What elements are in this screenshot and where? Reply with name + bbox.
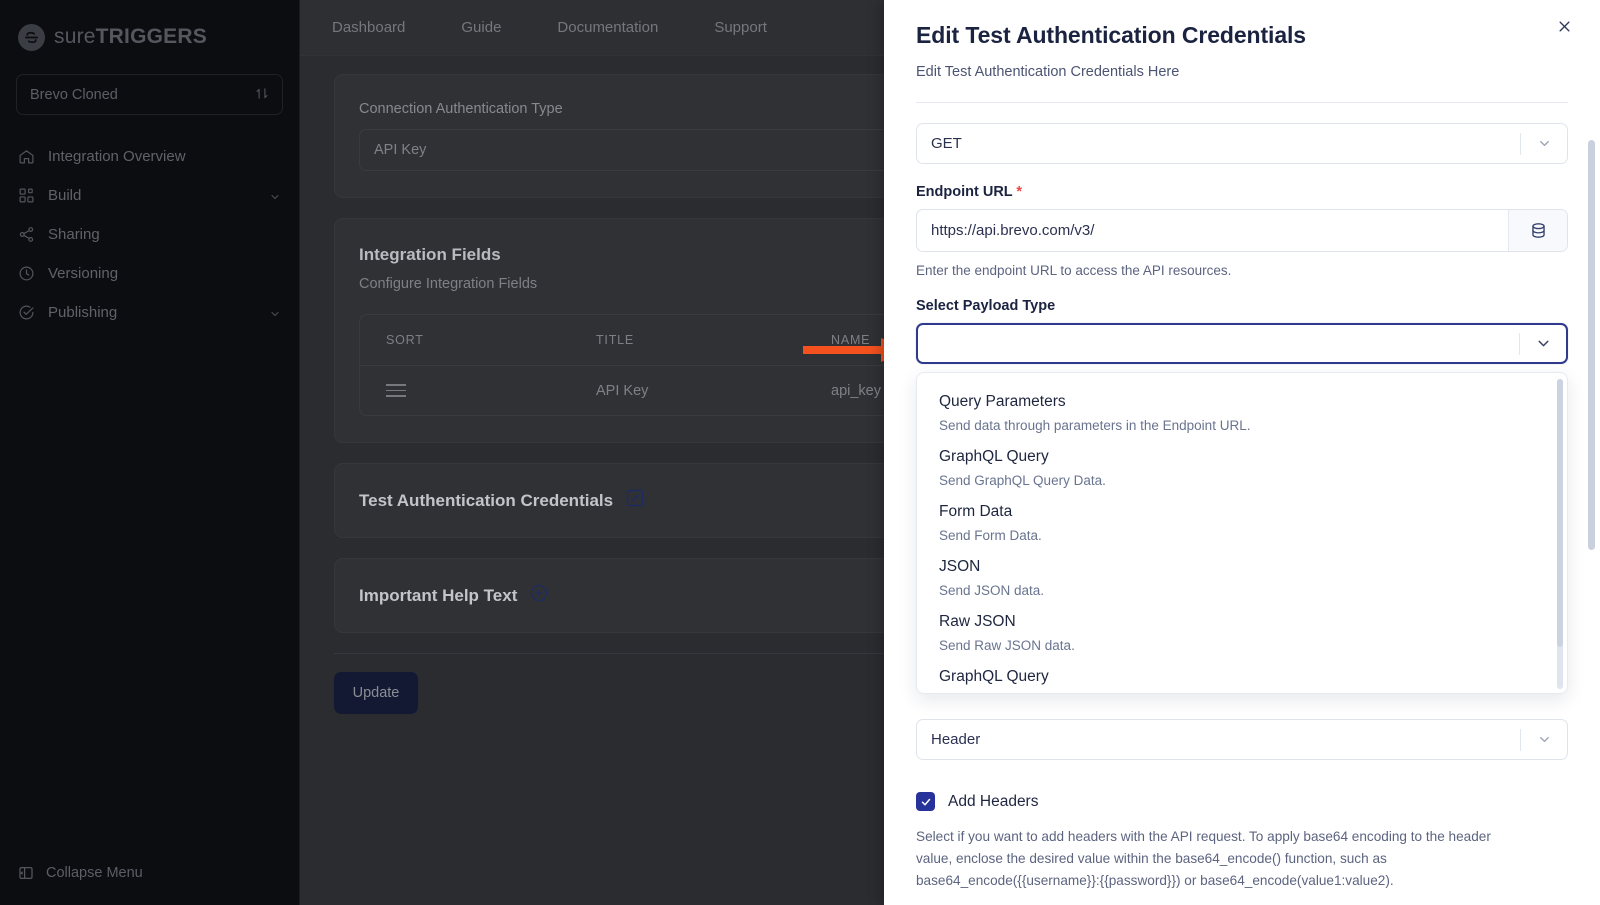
header-select-value: Header [931,731,981,748]
chevron-down-icon [1521,732,1567,747]
option-desc: Send Form Data. [939,528,1042,543]
edit-pencil-icon[interactable] [625,488,645,513]
help-text-title: Important Help Text [359,585,518,605]
option-title: Query Parameters [939,393,1066,410]
sidebar-item-label: Integration Overview [48,148,186,165]
sidebar-nav: Integration Overview Build Sharing Versi… [0,137,299,332]
app-root: Dashboard Guide Documentation Support Co… [0,0,1600,905]
test-auth-title: Test Authentication Credentials [359,490,614,510]
endpoint-url-field: Endpoint URL * Enter the endpoint URL to… [916,184,1568,278]
option-desc: Send JSON data. [939,583,1045,598]
brand-text-part1: sure [54,25,96,48]
add-headers-row[interactable]: Add Headers [916,792,1568,811]
nav-documentation[interactable]: Documentation [557,19,658,36]
col-sort: SORT [386,333,424,347]
payload-type-dropdown: Query Parameters Send data through param… [916,372,1568,694]
dropdown-option-form-data[interactable]: Form Data Send Form Data. [917,497,1567,543]
panel-header: Edit Test Authentication Credentials Edi… [884,0,1600,103]
payload-type-label: Select Payload Type [916,298,1056,314]
chevron-down-icon [269,307,281,319]
dropdown-option-graphql-query[interactable]: GraphQL Query Send GraphQL Query Data. [917,442,1567,488]
brand-text-part2: TRIGGERS [95,25,207,48]
project-selector[interactable]: Brevo Cloned [16,74,283,115]
connection-auth-value: API Key [374,142,427,158]
col-title: TITLE [596,333,635,347]
dropdown-option-raw-json[interactable]: Raw JSON Send Raw JSON data. [917,607,1567,653]
sidebar-item-label: Versioning [48,265,119,282]
clock-icon [18,265,35,282]
dropdown-option-json[interactable]: JSON Send JSON data. [917,552,1567,598]
option-title: JSON [939,558,981,575]
option-title: Raw JSON [939,613,1016,630]
sort-updown-icon [255,86,269,104]
http-method-select[interactable]: GET [916,123,1568,164]
endpoint-url-input-group [916,209,1568,252]
sidebar-item-label: Build [48,187,82,204]
row-title: API Key [596,382,649,399]
project-selector-label: Brevo Cloned [30,86,118,103]
home-icon [18,148,35,165]
sidebar: sureTRIGGERS Brevo Cloned Integration Ov… [0,0,300,905]
sidebar-item-integration-overview[interactable]: Integration Overview [0,137,299,176]
http-method-value: GET [931,135,962,152]
suretriggers-logo-icon [18,23,45,51]
panel-body: GET Endpoint URL * https://api.brevo.com… [884,103,1600,905]
endpoint-url-input[interactable] [917,210,1508,251]
close-icon[interactable] [1552,14,1576,38]
nav-support[interactable]: Support [714,19,767,36]
option-desc: Send GraphQL Query Data. [939,473,1106,488]
option-title: Form Data [939,503,1013,520]
add-headers-label: Add Headers [948,792,1039,810]
sidebar-item-versioning[interactable]: Versioning [0,254,299,293]
nav-dashboard[interactable]: Dashboard [332,19,405,36]
option-title: GraphQL Query [939,448,1049,465]
nav-guide[interactable]: Guide [461,19,501,36]
panel-title: Edit Test Authentication Credentials [916,22,1306,48]
header-select[interactable]: Header [916,719,1568,760]
chevron-down-icon [269,190,281,202]
blocks-icon [18,187,35,204]
option-title: GraphQL Query [939,668,1049,685]
sidebar-item-build[interactable]: Build [0,176,299,215]
chevron-down-icon [1520,335,1566,352]
share-icon [18,226,35,243]
plus-circle-icon[interactable] [529,583,549,608]
panel-collapse-icon [18,865,34,881]
dropdown-option-graphql-query-2[interactable]: GraphQL Query [917,662,1567,686]
chevron-down-icon [1521,136,1567,151]
payload-type-select[interactable] [916,323,1568,364]
sidebar-item-publishing[interactable]: Publishing [0,293,299,332]
endpoint-url-label: Endpoint URL * [916,184,1568,200]
collapse-menu-label: Collapse Menu [46,865,143,881]
payload-type-field: Select Payload Type Query Parameters Sen… [916,298,1568,694]
endpoint-url-helper: Enter the endpoint URL to access the API… [916,263,1232,278]
panel-scrollbar-thumb[interactable] [1588,140,1595,550]
add-headers-help: Select if you want to add headers with t… [916,829,1491,889]
sidebar-item-sharing[interactable]: Sharing [0,215,299,254]
panel-subtitle: Edit Test Authentication Credentials Her… [916,64,1180,80]
brand-text: sureTRIGGERS [54,25,207,49]
sidebar-item-label: Publishing [48,304,118,321]
endpoint-url-label-text: Endpoint URL [916,184,1013,200]
collapse-menu-button[interactable]: Collapse Menu [0,865,161,881]
dropdown-option-query-parameters[interactable]: Query Parameters Send data through param… [917,387,1567,433]
option-desc: Send Raw JSON data. [939,638,1075,653]
required-marker: * [1016,184,1023,200]
check-circle-icon [18,304,35,321]
brand: sureTRIGGERS [0,0,299,56]
database-icon[interactable] [1508,210,1567,251]
dropdown-scrollbar-thumb[interactable] [1557,379,1563,647]
option-desc: Send data through parameters in the Endp… [939,418,1251,433]
drag-handle-icon[interactable] [386,380,596,401]
sidebar-item-label: Sharing [48,226,100,243]
add-headers-checkbox[interactable] [916,792,935,811]
edit-credentials-panel: Edit Test Authentication Credentials Edi… [884,0,1600,905]
update-button[interactable]: Update [334,672,418,714]
